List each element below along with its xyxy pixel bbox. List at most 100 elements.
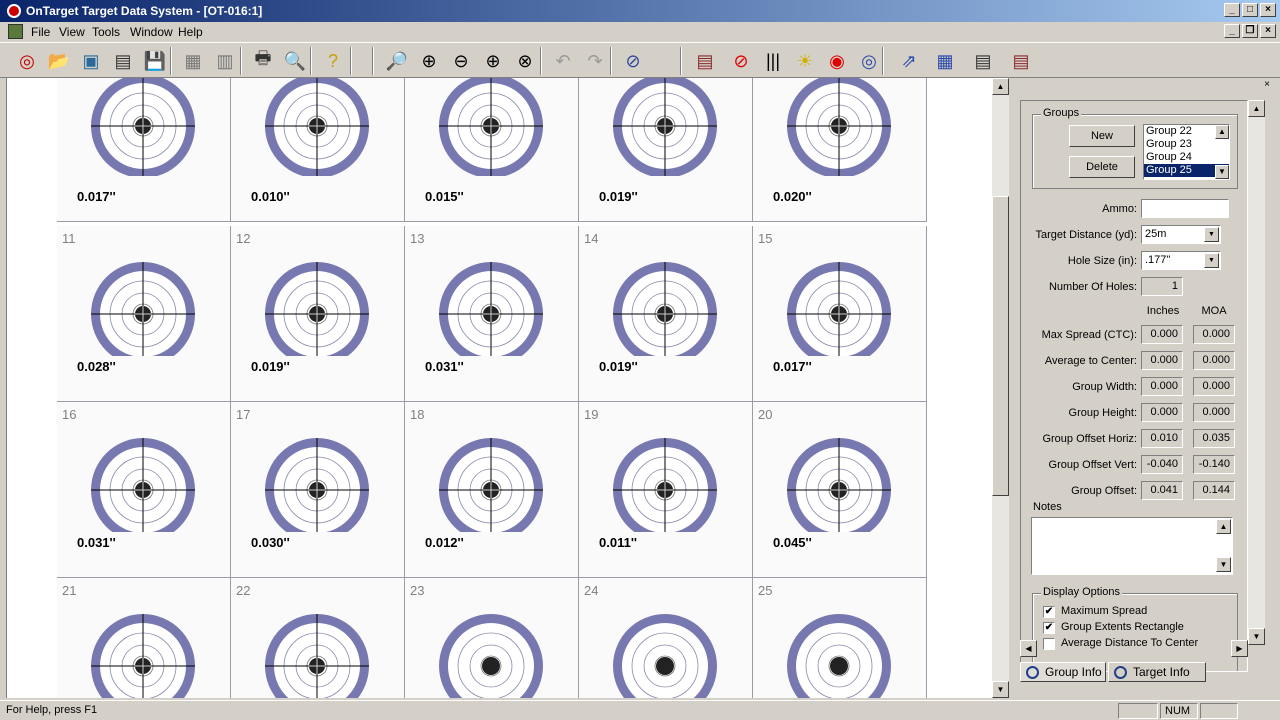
tab-group-info[interactable]: Group Info	[1020, 662, 1106, 682]
help-icon[interactable]: ?	[320, 48, 346, 74]
new-target-icon[interactable]: ◎	[14, 48, 40, 74]
target-image	[265, 78, 369, 176]
menu-tools[interactable]: Tools	[92, 25, 120, 39]
panel-close-icon[interactable]: ×	[1264, 79, 1270, 90]
panel-vertical-scrollbar[interactable]	[1248, 117, 1265, 633]
target-cell[interactable]: 0.010''	[231, 78, 405, 222]
target-cell[interactable]: 16 0.031''	[57, 402, 231, 578]
target-cell[interactable]: 24	[579, 578, 753, 698]
menu-help[interactable]: Help	[178, 25, 203, 39]
document-icon[interactable]	[8, 24, 23, 39]
target-cell[interactable]: 21	[57, 578, 231, 698]
target-cell[interactable]: 0.017''	[57, 78, 231, 222]
delete-group-button[interactable]: Delete	[1069, 156, 1135, 178]
group-size-value: 0.028''	[77, 359, 116, 374]
chevron-down-icon[interactable]: ▼	[1204, 253, 1219, 268]
close-button[interactable]: ×	[1260, 3, 1276, 17]
target-cell[interactable]: 25	[753, 578, 927, 698]
calibrate-icon[interactable]: ⊘	[620, 48, 646, 74]
target-cell[interactable]: 14 0.019''	[579, 226, 753, 402]
target-cell[interactable]: 12 0.019''	[231, 226, 405, 402]
print-icon[interactable]: 🖶	[250, 48, 276, 74]
hole-size-select[interactable]: .177" ▼	[1141, 251, 1221, 270]
target-cell[interactable]: 0.019''	[579, 78, 753, 222]
notes-textarea[interactable]	[1031, 517, 1233, 575]
target-distance-label: Target Distance (yd):	[1035, 229, 1137, 241]
display-option-label[interactable]: Group Extents Rectangle	[1061, 621, 1184, 633]
stack-icon[interactable]: ▤	[970, 48, 996, 74]
batch-icon[interactable]: ▥	[212, 48, 238, 74]
target-number: 15	[758, 231, 773, 246]
blue-target-icon[interactable]: ◎	[856, 48, 882, 74]
scroll-thumb[interactable]	[992, 196, 1009, 496]
list-item[interactable]: Group 23	[1144, 138, 1229, 151]
maximize-button[interactable]: □	[1242, 3, 1258, 17]
undo-icon[interactable]: ↶	[550, 48, 576, 74]
export-icon[interactable]: ⇗	[896, 48, 922, 74]
list-item[interactable]: Group 24	[1144, 151, 1229, 164]
ammo-input[interactable]	[1141, 199, 1229, 218]
target-cell[interactable]: 15 0.017''	[753, 226, 927, 402]
stack-print-icon[interactable]: ▤	[1008, 48, 1034, 74]
panel-scroll-right-icon[interactable]: ▶	[1231, 640, 1248, 657]
zoom-reset-icon[interactable]: ⊗	[512, 48, 538, 74]
target-cell[interactable]: 22	[231, 578, 405, 698]
display-option-checkbox[interactable]: ✔	[1043, 622, 1055, 634]
brightness-icon[interactable]: ☀	[792, 48, 818, 74]
menu-file[interactable]: File	[31, 25, 50, 39]
target-cell[interactable]: 11 0.028''	[57, 226, 231, 402]
mdi-restore-button[interactable]: ❐	[1242, 24, 1258, 38]
panel-scroll-up-icon[interactable]: ▲	[1248, 100, 1265, 117]
window-layout-icon[interactable]: ▦	[932, 48, 958, 74]
target-cell[interactable]: 13 0.031''	[405, 226, 579, 402]
shot-hole	[656, 657, 674, 675]
target-cell[interactable]: 18 0.012''	[405, 402, 579, 578]
target-cell[interactable]: 23	[405, 578, 579, 698]
display-option-checkbox[interactable]: ✔	[1043, 606, 1055, 618]
target-cell[interactable]: 17 0.030''	[231, 402, 405, 578]
scroll-up-arrow-icon[interactable]: ▲	[992, 78, 1009, 95]
target-number: 25	[758, 583, 773, 598]
toolbar-separator	[372, 47, 374, 75]
new-group-button[interactable]: New	[1069, 125, 1135, 147]
cancel-icon[interactable]: ⊘	[728, 48, 754, 74]
panel-scroll-down-icon[interactable]: ▼	[1248, 628, 1265, 645]
menu-window[interactable]: Window	[130, 25, 173, 39]
print-preview-icon[interactable]: 🔍	[282, 48, 308, 74]
redo-icon[interactable]: ↷	[582, 48, 608, 74]
display-option-label[interactable]: Average Distance To Center	[1061, 637, 1198, 649]
scan-icon[interactable]: ▤	[110, 48, 136, 74]
mdi-close-button[interactable]: ×	[1260, 24, 1276, 38]
target-cell[interactable]: 20 0.045''	[753, 402, 927, 578]
group-listbox[interactable]: Group 22 Group 23 Group 24 Group 25 ▲ ▼	[1143, 124, 1230, 180]
minimize-button[interactable]: _	[1224, 3, 1240, 17]
list-scroll-up-icon[interactable]: ▲	[1215, 125, 1229, 139]
notes-scroll-up-icon[interactable]: ▲	[1216, 519, 1231, 534]
grid-vertical-scrollbar[interactable]: ▲ ▼	[992, 78, 1009, 698]
zoom-out-icon[interactable]: ⊖	[448, 48, 474, 74]
display-option-label[interactable]: Maximum Spread	[1061, 605, 1147, 617]
barcode-icon[interactable]: |||	[760, 48, 786, 74]
zoom-in-icon[interactable]: ⊕	[416, 48, 442, 74]
save-icon[interactable]: 💾	[142, 48, 168, 74]
open-folder-icon[interactable]: 📂	[46, 48, 72, 74]
chevron-down-icon[interactable]: ▼	[1204, 227, 1219, 242]
zoom-icon[interactable]: 🔎	[384, 48, 410, 74]
menu-view[interactable]: View	[59, 25, 85, 39]
red-target-icon[interactable]: ◉	[824, 48, 850, 74]
display-option-checkbox[interactable]	[1043, 638, 1055, 650]
target-cell[interactable]: 0.020''	[753, 78, 927, 222]
target-cell[interactable]: 0.015''	[405, 78, 579, 222]
notes-scroll-down-icon[interactable]: ▼	[1216, 557, 1231, 572]
mdi-minimize-button[interactable]: _	[1224, 24, 1240, 38]
panel-scroll-left-icon[interactable]: ◀	[1020, 640, 1037, 657]
add-image-icon[interactable]: ▦	[180, 48, 206, 74]
tab-target-info[interactable]: Target Info	[1108, 662, 1206, 682]
target-cell[interactable]: 19 0.011''	[579, 402, 753, 578]
list-scroll-down-icon[interactable]: ▼	[1215, 165, 1229, 179]
report-icon[interactable]: ▤	[692, 48, 718, 74]
target-distance-select[interactable]: 25m ▼	[1141, 225, 1221, 244]
open-image-icon[interactable]: ▣	[78, 48, 104, 74]
zoom-fit-icon[interactable]: ⊕	[480, 48, 506, 74]
scroll-down-arrow-icon[interactable]: ▼	[992, 681, 1009, 698]
